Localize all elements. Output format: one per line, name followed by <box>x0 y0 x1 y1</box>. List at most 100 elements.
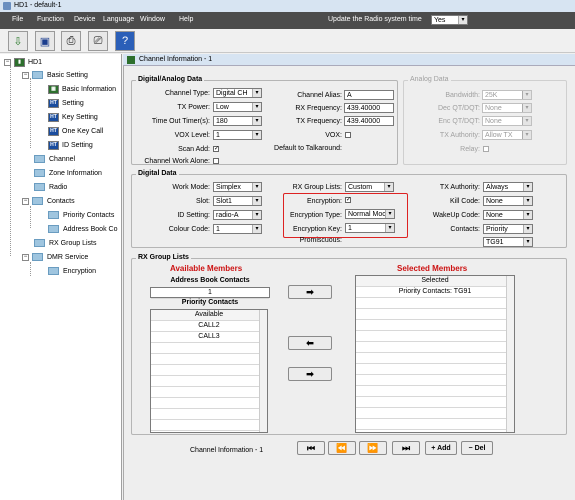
print-icon[interactable]: ⎚ <box>88 31 108 51</box>
tree-item-one-key-call[interactable]: HT One Key Call <box>48 127 103 136</box>
selected-list-header: Selected <box>356 276 514 287</box>
list-item[interactable]: CALL2 <box>151 321 267 332</box>
relay-label: Relay: <box>460 146 480 153</box>
move-right-lower-button[interactable]: ➡ <box>288 367 332 381</box>
folder-icon <box>48 225 59 233</box>
folder-icon <box>32 253 43 261</box>
tree-item-address-book[interactable]: Address Book Co <box>48 225 117 233</box>
address-book-list[interactable]: 1 <box>150 287 270 299</box>
list-item[interactable]: CALL3 <box>151 332 267 343</box>
tree-item-dmr-service[interactable]: − DMR Service <box>22 253 88 261</box>
move-right-button[interactable]: ➡ <box>288 285 332 299</box>
panel-title: Channel Information - 1 <box>139 56 213 63</box>
read-radio-icon[interactable]: ⇩ <box>8 31 28 51</box>
vox-checkbox[interactable] <box>345 132 351 138</box>
tree-item-channel[interactable]: Channel <box>34 155 75 163</box>
rx-frequency-input[interactable]: 439.40000 <box>344 103 394 113</box>
tx-frequency-input[interactable]: 439.40000 <box>344 116 394 126</box>
folder-icon <box>48 267 59 275</box>
work-mode-select[interactable]: Simplex <box>213 182 262 192</box>
list-item[interactable]: 1 <box>151 288 269 299</box>
tree-item-basic-setting[interactable]: − Basic Setting <box>22 71 88 79</box>
available-list-scrollbar[interactable] <box>259 310 267 432</box>
ht-icon: HT <box>48 113 59 122</box>
tree-item-radio[interactable]: Radio <box>34 183 67 191</box>
save-icon[interactable]: ▣ <box>35 31 55 51</box>
encryption-key-label: Encryption Key: <box>292 226 342 233</box>
selected-members-heading: Selected Members <box>397 264 468 273</box>
vox-label: VOX: <box>325 132 342 139</box>
contacts-sub-select[interactable]: TG91 <box>483 237 533 247</box>
group-title: RX Group Lists <box>136 254 191 261</box>
promiscuous-label: Promiscuous: <box>299 237 342 244</box>
tree-item-id-setting[interactable]: HT ID Setting <box>48 141 93 150</box>
ht-icon: HT <box>48 127 59 136</box>
toolbar: ⇩ ▣ ⎙ ⎚ ? <box>0 29 575 53</box>
tree-item-priority-contacts[interactable]: Priority Contacts <box>48 211 114 219</box>
contacts-select[interactable]: Priority <box>483 224 533 234</box>
analog-tx-authority-label: TX Authority: <box>439 132 480 139</box>
tree-item-encryption[interactable]: Encryption <box>48 267 96 275</box>
encryption-key-select[interactable]: 1 <box>345 223 395 233</box>
encryption-label: Encryption: <box>306 198 342 205</box>
available-list-header: Available <box>151 310 267 321</box>
tx-power-select[interactable]: Low <box>213 102 262 112</box>
delete-button[interactable]: − Del <box>461 441 493 455</box>
update-time-select[interactable]: Yes <box>431 15 468 25</box>
grid-icon: ▦ <box>48 85 59 94</box>
scan-add-label: Scan Add: <box>178 146 210 153</box>
selected-list-scrollbar[interactable] <box>506 276 514 432</box>
group-title: Digital Data <box>136 170 179 177</box>
wakeup-code-select[interactable]: None <box>483 210 533 220</box>
address-book-contacts-label: Address Book Contacts <box>170 277 250 284</box>
previous-record-button[interactable]: ⏪ <box>328 441 356 455</box>
available-list[interactable]: Available CALL2 CALL3 <box>150 309 268 433</box>
channel-work-alone-checkbox[interactable] <box>213 158 219 164</box>
group-title: Digital/Analog Data <box>136 76 205 83</box>
channel-work-alone-label: Channel Work Alone: <box>144 158 210 165</box>
tree-item-zone-information[interactable]: Zone Information <box>34 169 102 177</box>
relay-checkbox[interactable] <box>483 146 489 152</box>
slot-select[interactable]: Slot1 <box>213 196 262 206</box>
colour-code-select[interactable]: 1 <box>213 224 262 234</box>
menu-file[interactable]: File <box>12 16 23 23</box>
menu-language[interactable]: Language <box>103 16 134 23</box>
id-setting-select[interactable]: radio-A <box>213 210 262 220</box>
last-record-button[interactable]: ⏭ <box>392 441 420 455</box>
tree-item-basic-information[interactable]: ▦ Basic Information <box>48 85 116 94</box>
encryption-checkbox[interactable]: ✓ <box>345 197 351 203</box>
digital-tx-authority-select[interactable]: Always <box>483 182 533 192</box>
menu-device[interactable]: Device <box>74 16 95 23</box>
move-left-button[interactable]: ⬅ <box>288 336 332 350</box>
folder-icon <box>34 155 45 163</box>
tree-root[interactable]: − ▮ HD1 <box>4 58 42 67</box>
add-button[interactable]: + Add <box>425 441 457 455</box>
encryption-type-select[interactable]: Normal Moc <box>345 209 395 219</box>
dec-qt-select[interactable]: None <box>482 103 532 113</box>
channel-type-select[interactable]: Digital CH <box>213 88 262 98</box>
tree-item-setting[interactable]: HT Setting <box>48 99 84 108</box>
folder-icon <box>34 239 45 247</box>
enc-qt-select[interactable]: None <box>482 116 532 126</box>
bandwidth-select[interactable]: 25K <box>482 90 532 100</box>
scan-add-checkbox[interactable]: ✓ <box>213 146 219 152</box>
help-icon[interactable]: ? <box>115 31 135 51</box>
tree-item-key-setting[interactable]: HT Key Setting <box>48 113 98 122</box>
kill-code-select[interactable]: None <box>483 196 533 206</box>
write-radio-icon[interactable]: ⎙ <box>61 31 81 51</box>
channel-icon <box>127 56 135 64</box>
channel-alias-input[interactable]: A <box>344 90 394 100</box>
selected-list[interactable]: Selected Priority Contacts: TG91 <box>355 275 515 433</box>
rx-group-lists-select[interactable]: Custom <box>345 182 394 192</box>
vox-level-select[interactable]: 1 <box>213 130 262 140</box>
first-record-button[interactable]: ⏮ <box>297 441 325 455</box>
tree-item-rx-group-lists[interactable]: RX Group Lists <box>34 239 96 247</box>
menu-window[interactable]: Window <box>140 16 165 23</box>
tree-item-contacts[interactable]: − Contacts <box>22 197 75 205</box>
menu-help[interactable]: Help <box>179 16 193 23</box>
list-item[interactable]: Priority Contacts: TG91 <box>356 287 514 298</box>
time-out-select[interactable]: 180 <box>213 116 262 126</box>
analog-tx-authority-select[interactable]: Allow TX <box>482 130 532 140</box>
next-record-button[interactable]: ⏩ <box>359 441 387 455</box>
menu-function[interactable]: Function <box>37 16 64 23</box>
